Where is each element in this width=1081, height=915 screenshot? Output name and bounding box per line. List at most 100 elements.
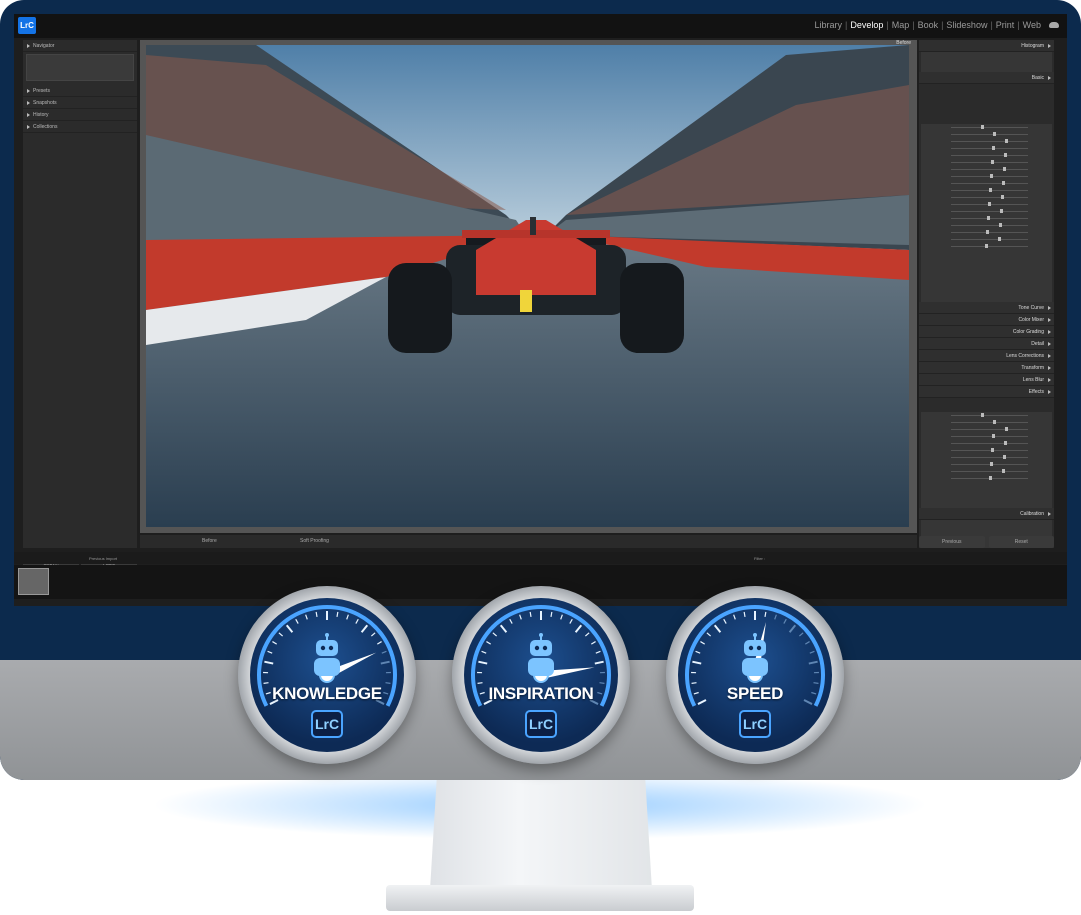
tool-strip [921, 52, 1052, 72]
panel-lens-blur[interactable]: Lens Blur [919, 374, 1054, 386]
slider-knob[interactable] [1003, 455, 1006, 459]
gauge-tick [336, 611, 339, 617]
slider-knob[interactable] [988, 202, 991, 206]
slider-knob[interactable] [993, 420, 996, 424]
adjustment-slider[interactable] [921, 229, 1052, 236]
cloud-icon[interactable] [1049, 22, 1059, 28]
module-print[interactable]: Print [994, 20, 1017, 30]
adjustment-slider[interactable] [921, 138, 1052, 145]
gauge-tick [590, 641, 596, 645]
adjustment-slider[interactable] [921, 461, 1052, 468]
adjustment-slider[interactable] [921, 166, 1052, 173]
module-book[interactable]: Book [916, 20, 941, 30]
slider-knob[interactable] [991, 160, 994, 164]
previous-button[interactable]: Previous [919, 536, 985, 548]
filmstrip-thumbnail[interactable] [18, 568, 49, 595]
slider-knob[interactable] [1000, 209, 1003, 213]
module-web[interactable]: Web [1021, 20, 1043, 30]
right-panel-buttons: Previous Reset [919, 536, 1054, 548]
adjustment-slider[interactable] [921, 131, 1052, 138]
slider-knob[interactable] [1001, 195, 1004, 199]
gauge-tick [574, 624, 583, 633]
slider-knob[interactable] [1002, 181, 1005, 185]
slider-knob[interactable] [986, 230, 989, 234]
adjustment-slider[interactable] [921, 222, 1052, 229]
soft-proofing-toggle[interactable]: Soft Proofing [300, 538, 329, 544]
slider-knob[interactable] [989, 476, 992, 480]
adjustment-slider[interactable] [921, 236, 1052, 243]
module-slideshow[interactable]: Slideshow [944, 20, 989, 30]
slider-knob[interactable] [1005, 427, 1008, 431]
adjustment-slider[interactable] [921, 159, 1052, 166]
adjustment-slider[interactable] [921, 208, 1052, 215]
slider-knob[interactable] [1004, 153, 1007, 157]
slider-knob[interactable] [1003, 167, 1006, 171]
panel-snapshots[interactable]: Snapshots [23, 97, 137, 109]
panel-calibration[interactable]: Calibration [919, 508, 1054, 520]
slider-knob[interactable] [993, 132, 996, 136]
panel-histogram[interactable]: Histogram [919, 40, 1054, 52]
filmstrip-source[interactable]: Previous Import [89, 556, 117, 561]
adjustment-slider[interactable] [921, 215, 1052, 222]
navigator-preview[interactable] [26, 54, 134, 81]
slider-knob[interactable] [987, 216, 990, 220]
gauge-label: KNOWLEDGE [272, 684, 382, 703]
panel-presets[interactable]: Presets [23, 85, 137, 97]
reset-button[interactable]: Reset [988, 536, 1054, 548]
slider-knob[interactable] [981, 125, 984, 129]
adjustment-slider[interactable] [921, 454, 1052, 461]
adjustment-slider[interactable] [921, 180, 1052, 187]
adjustment-slider[interactable] [921, 426, 1052, 433]
gauge-tick [499, 624, 508, 633]
filmstrip-filter[interactable]: Filter : [754, 556, 765, 561]
adjustment-slider[interactable] [921, 201, 1052, 208]
slider-knob[interactable] [985, 244, 988, 248]
adjustment-slider[interactable] [921, 468, 1052, 475]
adjustment-slider[interactable] [921, 243, 1052, 250]
adjustment-slider[interactable] [921, 475, 1052, 482]
slider-knob[interactable] [1002, 469, 1005, 473]
module-picker: Library | Develop | Map | Book | Slideshow | … [812, 20, 1043, 30]
slider-knob[interactable] [999, 223, 1002, 227]
race-car-photo[interactable] [146, 45, 909, 527]
slider-knob[interactable] [998, 237, 1001, 241]
panel-effects[interactable]: Effects [919, 386, 1054, 398]
adjustment-slider[interactable] [921, 433, 1052, 440]
panel-navigator[interactable]: Navigator [23, 40, 137, 52]
module-library[interactable]: Library [812, 20, 844, 30]
slider-knob[interactable] [990, 174, 993, 178]
slider-knob[interactable] [992, 434, 995, 438]
adjustment-slider[interactable] [921, 412, 1052, 419]
view-mode-label[interactable]: Before [202, 538, 217, 544]
module-map[interactable]: Map [890, 20, 912, 30]
panel-basic[interactable]: Basic [919, 72, 1054, 84]
adjustment-slider[interactable] [921, 440, 1052, 447]
slider-knob[interactable] [1005, 139, 1008, 143]
slider-knob[interactable] [989, 188, 992, 192]
slider-knob[interactable] [1004, 441, 1007, 445]
panel-color-grading[interactable]: Color Grading [919, 326, 1054, 338]
adjustment-slider[interactable] [921, 173, 1052, 180]
adjustment-slider[interactable] [921, 419, 1052, 426]
adjustment-slider[interactable] [921, 194, 1052, 201]
panel-collections[interactable]: Collections [23, 121, 137, 133]
gauge-tick [560, 614, 563, 620]
adjustment-slider[interactable] [921, 187, 1052, 194]
adjustment-slider[interactable] [921, 145, 1052, 152]
panel-history[interactable]: History [23, 109, 137, 121]
adjustment-slider[interactable] [921, 124, 1052, 131]
panel-tone-curve[interactable]: Tone Curve [919, 302, 1054, 314]
panel-lens-corrections[interactable]: Lens Corrections [919, 350, 1054, 362]
gauge-tick [692, 660, 702, 665]
robot-icon [742, 633, 768, 676]
panel-transform[interactable]: Transform [919, 362, 1054, 374]
slider-knob[interactable] [991, 448, 994, 452]
slider-knob[interactable] [990, 462, 993, 466]
panel-detail[interactable]: Detail [919, 338, 1054, 350]
panel-color-mixer[interactable]: Color Mixer [919, 314, 1054, 326]
adjustment-slider[interactable] [921, 152, 1052, 159]
slider-knob[interactable] [992, 146, 995, 150]
adjustment-slider[interactable] [921, 447, 1052, 454]
slider-knob[interactable] [981, 413, 984, 417]
module-develop[interactable]: Develop [848, 20, 885, 30]
